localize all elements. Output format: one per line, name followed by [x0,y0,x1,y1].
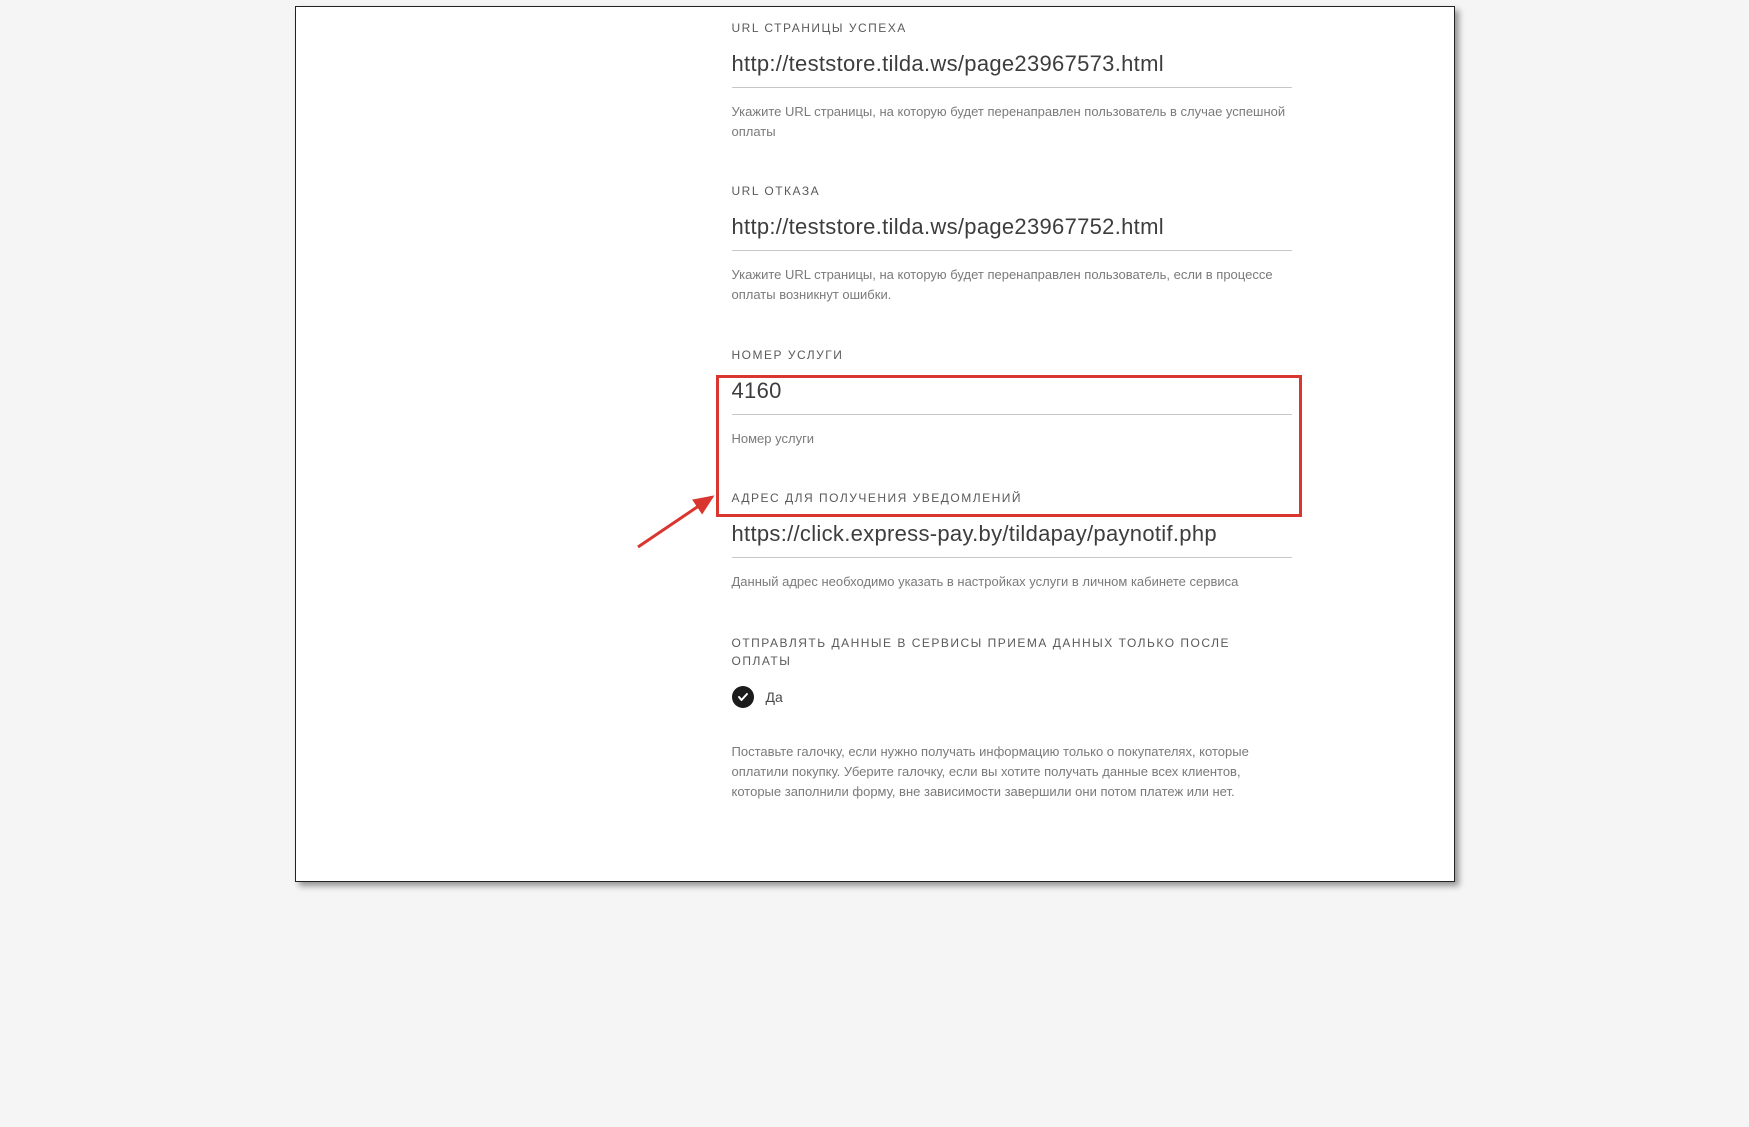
check-circle-icon [732,686,754,708]
label-send-after-pay: ОТПРАВЛЯТЬ ДАННЫЕ В СЕРВИСЫ ПРИЕМА ДАННЫ… [732,634,1292,670]
help-cancel-url: Укажите URL страницы, на которую будет п… [732,265,1292,305]
field-success-url: URL СТРАНИЦЫ УСПЕХА Укажите URL страницы… [732,21,1292,142]
label-notify-url: АДРЕС ДЛЯ ПОЛУЧЕНИЯ УВЕДОМЛЕНИЙ [732,491,1292,505]
help-notify-url: Данный адрес необходимо указать в настро… [732,572,1292,592]
help-service-number: Номер услуги [732,429,1292,449]
form-column: URL СТРАНИЦЫ УСПЕХА Укажите URL страницы… [732,7,1292,844]
help-send-after-pay: Поставьте галочку, если нужно получать и… [732,742,1292,802]
arrow-annotation-icon [630,485,730,555]
help-success-url: Укажите URL страницы, на которую будет п… [732,102,1292,142]
label-service-number: НОМЕР УСЛУГИ [732,348,1292,362]
field-cancel-url: URL ОТКАЗА Укажите URL страницы, на кото… [732,184,1292,305]
input-cancel-url[interactable] [732,208,1292,251]
settings-panel: URL СТРАНИЦЫ УСПЕХА Укажите URL страницы… [295,6,1455,882]
input-success-url[interactable] [732,45,1292,88]
field-notify-url: АДРЕС ДЛЯ ПОЛУЧЕНИЯ УВЕДОМЛЕНИЙ Данный а… [732,491,1292,592]
input-notify-url[interactable] [732,515,1292,558]
label-cancel-url: URL ОТКАЗА [732,184,1292,198]
input-service-number[interactable] [732,372,1292,415]
field-send-after-pay: ОТПРАВЛЯТЬ ДАННЫЕ В СЕРВИСЫ ПРИЕМА ДАННЫ… [732,634,1292,802]
checkbox-label-yes: Да [766,689,783,705]
field-service-number: НОМЕР УСЛУГИ Номер услуги [732,348,1292,449]
label-success-url: URL СТРАНИЦЫ УСПЕХА [732,21,1292,35]
checkbox-send-after-pay[interactable]: Да [732,686,1292,708]
